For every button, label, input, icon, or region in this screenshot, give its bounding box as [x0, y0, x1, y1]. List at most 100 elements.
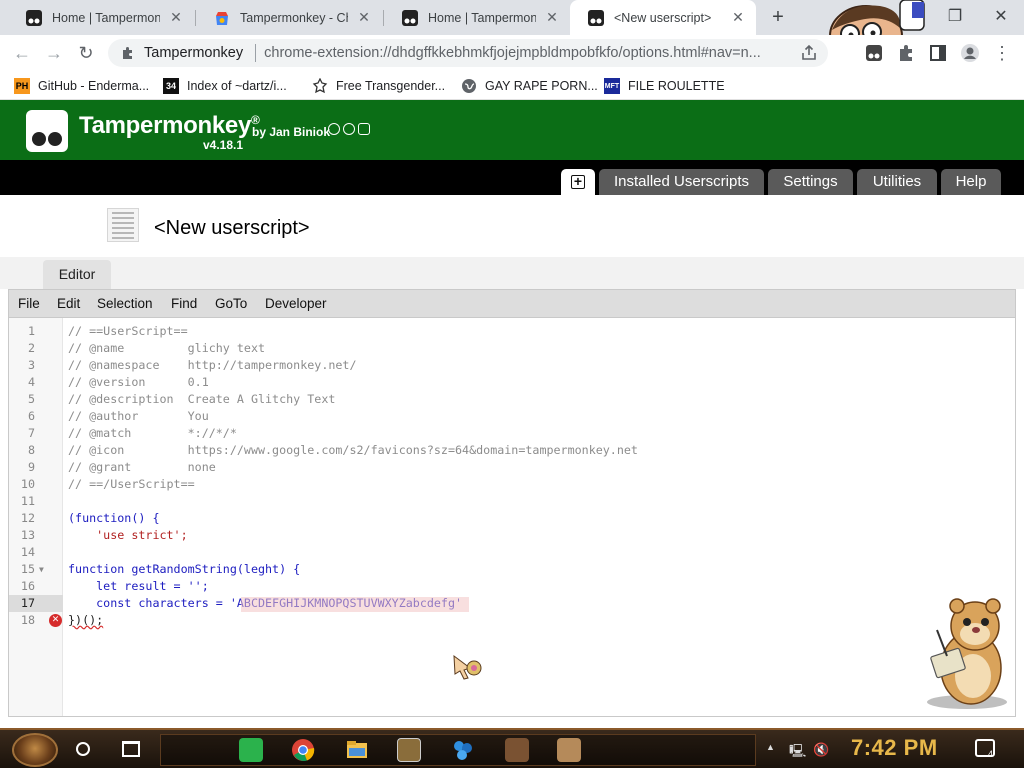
network-icon[interactable]: 🖳 [789, 742, 806, 764]
restore-window-button[interactable]: ❐ [940, 5, 970, 29]
bookmark-item-github[interactable]: PH GitHub - Enderma... [14, 76, 149, 96]
code-line: 13 'use strict'; [20, 528, 188, 542]
tab-title: <New userscript> [614, 10, 712, 25]
browser-tab-active[interactable]: <New userscript> ✕ [570, 0, 756, 35]
editor-tab-bar: Editor [0, 257, 1024, 289]
bookmark-item-file-roulette[interactable]: MFT FILE ROULETTE [604, 76, 725, 96]
plus-box-icon: + [571, 174, 585, 189]
script-header: <New userscript> [0, 195, 1024, 257]
tab-utilities[interactable]: Utilities [857, 169, 937, 195]
side-panel-icon[interactable] [928, 43, 948, 63]
share-icon[interactable] [800, 44, 818, 62]
code-line: 11 [20, 494, 35, 508]
app-icon-blue-puzzle[interactable] [451, 738, 475, 762]
instagram-icon[interactable] [358, 123, 370, 135]
bookmark-item-globe[interactable]: GAY RAPE PORN... [461, 76, 598, 96]
tampermonkey-header: Tampermonkey® by Jan Biniok v4.18.1 [0, 100, 1024, 160]
text-selection [241, 597, 469, 612]
browser-tab-3[interactable]: Home | Tampermonkey ✕ [384, 0, 570, 35]
code-line: 5// @description Create A Glitchy Text [27, 392, 336, 406]
browser-tab-1[interactable]: Home | Tampermonkey ✕ [8, 0, 194, 35]
facebook-icon[interactable] [343, 123, 355, 135]
new-tab-button[interactable]: + [766, 5, 790, 29]
close-window-button[interactable]: ✕ [986, 5, 1016, 29]
notification-center-icon[interactable]: 4 [975, 739, 995, 759]
browser-tab-2[interactable]: Tampermonkey - Chrome Web Store ✕ [196, 0, 382, 35]
forward-icon[interactable]: → [42, 41, 66, 65]
app-icon-tan[interactable] [557, 738, 581, 762]
file-explorer-icon[interactable] [345, 738, 369, 762]
code-editor[interactable]: 1// ==UserScript== 2// @name glichy text… [8, 317, 1016, 717]
code-line: 8// @icon https://www.google.com/s2/favi… [27, 443, 638, 457]
author-byline: by Jan Biniok [252, 125, 331, 139]
tray-overflow-icon[interactable]: ▲ [766, 742, 775, 752]
tab-editor[interactable]: Editor [43, 260, 111, 289]
tab-installed-userscripts[interactable]: Installed Userscripts [599, 169, 764, 195]
code-line: 14 [20, 545, 35, 559]
menu-edit[interactable]: Edit [57, 296, 80, 311]
github-icon[interactable] [328, 123, 340, 135]
error-icon[interactable]: ✕ [49, 614, 62, 627]
menu-selection[interactable]: Selection [97, 296, 153, 311]
extension-puzzle-icon [123, 47, 132, 59]
google-chat-icon[interactable] [239, 738, 263, 762]
tampermonkey-icon [402, 9, 418, 26]
menu-find[interactable]: Find [171, 296, 197, 311]
close-icon[interactable]: ✕ [544, 9, 560, 26]
browser-toolbar: ← → ↻ Tampermonkey chrome-extension://dh… [0, 35, 1024, 71]
fold-arrow-icon[interactable]: ▼ [39, 561, 44, 578]
site-icon [312, 78, 328, 94]
app-icon-brown[interactable] [505, 738, 529, 762]
bookmark-label: GAY RAPE PORN... [485, 79, 598, 93]
tampermonkey-logo [26, 110, 68, 152]
tampermonkey-extension-icon[interactable] [864, 43, 884, 63]
tab-title: Home | Tampermonkey [428, 10, 536, 25]
tab-title: Home | Tampermonkey [52, 10, 160, 25]
chrome-web-store-icon [216, 11, 228, 25]
start-button[interactable] [12, 733, 58, 767]
close-icon[interactable]: ✕ [730, 9, 746, 26]
tab-help[interactable]: Help [941, 169, 1001, 195]
reload-icon[interactable]: ↻ [74, 41, 98, 65]
globe-icon [461, 78, 477, 94]
code-line: 18 ✕})(); [20, 613, 104, 627]
address-bar[interactable]: Tampermonkey chrome-extension://dhdgffkk… [108, 39, 828, 67]
version-label: v4.18.1 [203, 138, 244, 152]
code-line: 2// @name glichy text [27, 341, 266, 355]
bookmarks-bar: PH GitHub - Enderma... 34 Index of ~dart… [0, 71, 1024, 100]
code-line: 4// @version 0.1 [27, 375, 209, 389]
task-view-icon[interactable] [122, 741, 140, 757]
code-line: 16 let result = ''; [20, 579, 209, 593]
menu-developer[interactable]: Developer [265, 296, 327, 311]
animated-cursor-icon [453, 654, 482, 680]
menu-file[interactable]: File [18, 296, 40, 311]
code-line: 6// @author You [27, 409, 209, 423]
code-line: 7// @match *://*/* [27, 426, 237, 440]
app-icon-mascot[interactable] [397, 738, 421, 762]
code-line: 10// ==/UserScript== [20, 477, 195, 491]
back-icon[interactable]: ← [10, 41, 34, 65]
profile-avatar-icon[interactable] [960, 43, 980, 63]
tab-new-script[interactable]: + [561, 169, 595, 195]
bookmark-label: Free Transgender... [336, 79, 446, 93]
search-circle-icon[interactable] [76, 742, 90, 756]
tampermonkey-nav: + Installed Userscripts Settings Utiliti… [0, 160, 1024, 195]
close-icon[interactable]: ✕ [356, 9, 372, 26]
volume-muted-icon[interactable]: 🔇 [813, 742, 829, 758]
bookmark-item-index[interactable]: 34 Index of ~dartz/i... [163, 76, 287, 96]
clock[interactable]: 7:42 PM [851, 735, 938, 761]
close-icon[interactable]: ✕ [168, 9, 184, 26]
menu-goto[interactable]: GoTo [215, 296, 247, 311]
hamster-mascot-image [927, 598, 1007, 709]
extensions-icon[interactable] [896, 43, 916, 63]
tab-settings[interactable]: Settings [768, 169, 853, 195]
code-line: 3// @namespace http://tampermonkey.net/ [27, 358, 357, 372]
menu-kebab-icon[interactable]: ⋮ [990, 41, 1014, 65]
bookmark-label: GitHub - Enderma... [38, 79, 150, 93]
bookmark-item-site[interactable]: Free Transgender... [312, 76, 445, 96]
page-title: <New userscript> [154, 217, 310, 239]
taskbar-apps [160, 734, 756, 766]
chrome-icon[interactable] [291, 738, 315, 762]
windows-taskbar: ▲ 🖳 🔇 7:42 PM 4 [0, 728, 1024, 768]
tampermonkey-icon [26, 9, 42, 26]
